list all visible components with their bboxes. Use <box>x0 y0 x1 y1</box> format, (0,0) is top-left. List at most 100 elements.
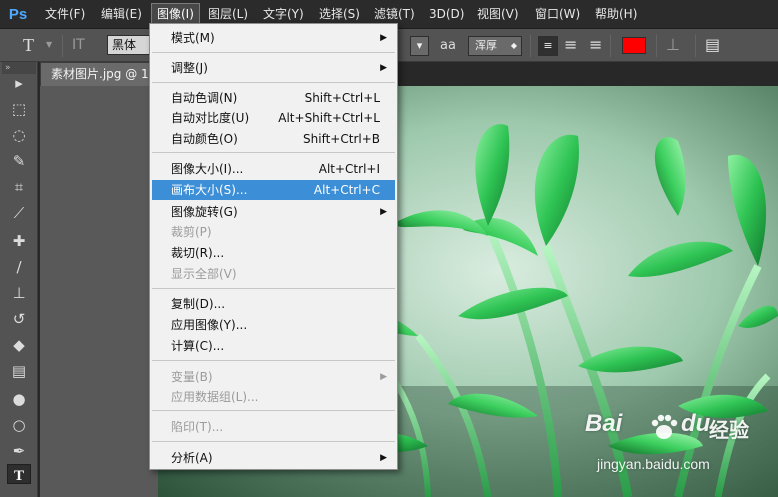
tools-panel: » ▸ ⬚ ◌ ✎ ⌗ ⟋ ✚ ∕ ⊥ ↺ ◆ ▤ ● ○ ✒ T <box>0 62 38 497</box>
options-separator <box>656 35 657 57</box>
eyedropper-tool-icon[interactable]: ⟋ <box>7 202 31 224</box>
document-tab[interactable]: 素材图片.jpg @ 10 <box>40 62 160 86</box>
menu-item-label: 变量(B) <box>171 370 213 384</box>
history-brush-tool-icon[interactable]: ↺ <box>7 308 31 330</box>
menu-edit[interactable]: 编辑(E) <box>96 3 147 25</box>
type-tool-icon[interactable]: T <box>7 464 31 484</box>
menu-separator <box>152 410 395 411</box>
antialias-value: 浑厚 <box>475 39 497 52</box>
menu-item-label: 显示全部(V) <box>171 267 237 281</box>
menu-image[interactable]: 图像(I) <box>151 3 200 25</box>
menu-item-apply-image[interactable]: 应用图像(Y)... <box>152 315 395 335</box>
menu-item-calculations[interactable]: 计算(C)... <box>152 336 395 356</box>
antialias-icon: aa <box>440 38 456 53</box>
crop-tool-icon[interactable]: ⌗ <box>7 176 31 198</box>
menu-item-label: 复制(D)... <box>171 297 226 311</box>
menu-item-label: 自动色调(N) <box>171 91 238 105</box>
clone-stamp-tool-icon[interactable]: ⊥ <box>7 282 31 304</box>
align-center-icon[interactable]: ≡ <box>564 35 577 55</box>
dodge-tool-icon[interactable]: ○ <box>7 414 31 436</box>
submenu-arrow-icon: ▶ <box>380 33 387 43</box>
character-panel-icon[interactable]: ▤ <box>705 35 720 55</box>
gradient-tool-icon[interactable]: ▤ <box>7 360 31 382</box>
menu-layer[interactable]: 图层(L) <box>203 3 253 25</box>
align-left-button[interactable]: ≡ <box>538 36 558 56</box>
preset-dropdown-arrow-icon[interactable]: ▼ <box>46 35 52 55</box>
menu-separator <box>152 360 395 361</box>
antialias-select[interactable]: 浑厚 ◆ <box>468 36 522 56</box>
menu-item-adjustments[interactable]: 调整(J) ▶ <box>152 58 395 78</box>
menu-item-reveal-all: 显示全部(V) <box>152 264 395 284</box>
move-tool-icon[interactable]: ▸ <box>7 72 31 94</box>
menu-filter[interactable]: 滤镜(T) <box>369 3 420 25</box>
menu-item-trim[interactable]: 裁切(R)... <box>152 243 395 263</box>
baidu-paw-icon <box>651 414 678 439</box>
menu-item-image-size[interactable]: 图像大小(I)... Alt+Ctrl+I <box>152 159 395 179</box>
quick-select-tool-icon[interactable]: ✎ <box>7 150 31 172</box>
font-family-select[interactable]: 黑体 <box>107 35 152 55</box>
lasso-tool-icon[interactable]: ◌ <box>7 124 31 146</box>
menu-item-auto-contrast[interactable]: 自动对比度(U) Alt+Shift+Ctrl+L <box>152 108 395 128</box>
menu-item-trap: 陷印(T)... <box>152 417 395 437</box>
menu-type[interactable]: 文字(Y) <box>258 3 309 25</box>
align-right-icon[interactable]: ≡ <box>589 35 602 55</box>
marquee-tool-icon[interactable]: ⬚ <box>7 98 31 120</box>
submenu-arrow-icon: ▶ <box>380 372 387 382</box>
menu-item-label: 调整(J) <box>171 61 208 75</box>
menu-select[interactable]: 选择(S) <box>314 3 365 25</box>
menu-item-label: 自动颜色(O) <box>171 132 238 146</box>
text-color-swatch[interactable] <box>622 37 646 54</box>
pen-tool-icon[interactable]: ✒ <box>7 440 31 462</box>
menu-item-shortcut: Shift+Ctrl+B <box>303 132 380 146</box>
menu-view[interactable]: 视图(V) <box>472 3 524 25</box>
warp-text-icon[interactable]: ⊥ <box>666 35 680 55</box>
brush-tool-icon[interactable]: ∕ <box>7 256 31 278</box>
options-separator <box>695 35 696 57</box>
menu-item-label: 模式(M) <box>171 31 215 45</box>
menu-help[interactable]: 帮助(H) <box>590 3 642 25</box>
menu-item-image-rotation[interactable]: 图像旋转(G) ▶ <box>152 202 395 222</box>
photoshop-window: Ps 文件(F) 编辑(E) 图像(I) 图层(L) 文字(Y) 选择(S) 滤… <box>0 0 778 497</box>
font-size-dropdown[interactable]: ▾ <box>410 36 429 56</box>
submenu-arrow-icon: ▶ <box>380 207 387 217</box>
menu-item-variables: 变量(B) ▶ <box>152 367 395 387</box>
menu-item-label: 图像旋转(G) <box>171 205 238 219</box>
menu-item-label: 计算(C)... <box>171 339 225 353</box>
image-menu-dropdown: 模式(M) ▶ 调整(J) ▶ 自动色调(N) Shift+Ctrl+L 自动对比度(U) A… <box>149 23 398 470</box>
menu-item-auto-color[interactable]: 自动颜色(O) Shift+Ctrl+B <box>152 129 395 149</box>
menu-window[interactable]: 窗口(W) <box>530 3 585 25</box>
menu-item-label: 裁切(R)... <box>171 246 225 260</box>
menu-item-analysis[interactable]: 分析(A) ▶ <box>152 448 395 468</box>
submenu-arrow-icon: ▶ <box>380 453 387 463</box>
menu-item-auto-tone[interactable]: 自动色调(N) Shift+Ctrl+L <box>152 88 395 108</box>
baidu-jingyan-watermark: Bai du 经验 jingyan.baidu.com <box>585 410 775 485</box>
menu-item-label: 陷印(T)... <box>171 420 224 434</box>
menu-item-label: 应用数据组(L)... <box>171 390 259 404</box>
menu-separator <box>152 82 395 83</box>
menu-item-shortcut: Shift+Ctrl+L <box>304 91 380 105</box>
photoshop-logo: Ps <box>8 6 28 23</box>
menu-file[interactable]: 文件(F) <box>40 3 90 25</box>
menu-item-shortcut: Alt+Ctrl+I <box>318 162 380 176</box>
eraser-tool-icon[interactable]: ◆ <box>7 334 31 356</box>
antialias-arrow-icon: ◆ <box>510 41 517 50</box>
menu-item-canvas-size[interactable]: 画布大小(S)... Alt+Ctrl+C <box>152 180 395 200</box>
menu-item-mode[interactable]: 模式(M) ▶ <box>152 28 395 48</box>
type-tool-preset-icon[interactable]: T <box>23 35 34 55</box>
menu-separator <box>152 288 395 289</box>
menu-item-duplicate[interactable]: 复制(D)... <box>152 294 395 314</box>
options-separator <box>530 35 531 57</box>
watermark-url: jingyan.baidu.com <box>597 456 710 472</box>
blur-tool-icon[interactable]: ● <box>7 388 31 410</box>
menu-item-label: 图像大小(I)... <box>171 162 244 176</box>
menu-separator <box>152 152 395 153</box>
text-orientation-icon[interactable]: IT <box>72 35 85 55</box>
healing-brush-tool-icon[interactable]: ✚ <box>7 230 31 252</box>
menu-item-label: 应用图像(Y)... <box>171 318 248 332</box>
watermark-brand: Bai <box>585 410 623 437</box>
menu-3d[interactable]: 3D(D) <box>424 3 469 25</box>
menu-item-shortcut: Alt+Ctrl+C <box>313 183 380 197</box>
options-separator <box>62 35 63 57</box>
watermark-brand-suffix: du <box>681 410 711 437</box>
menu-item-shortcut: Alt+Shift+Ctrl+L <box>278 111 380 125</box>
